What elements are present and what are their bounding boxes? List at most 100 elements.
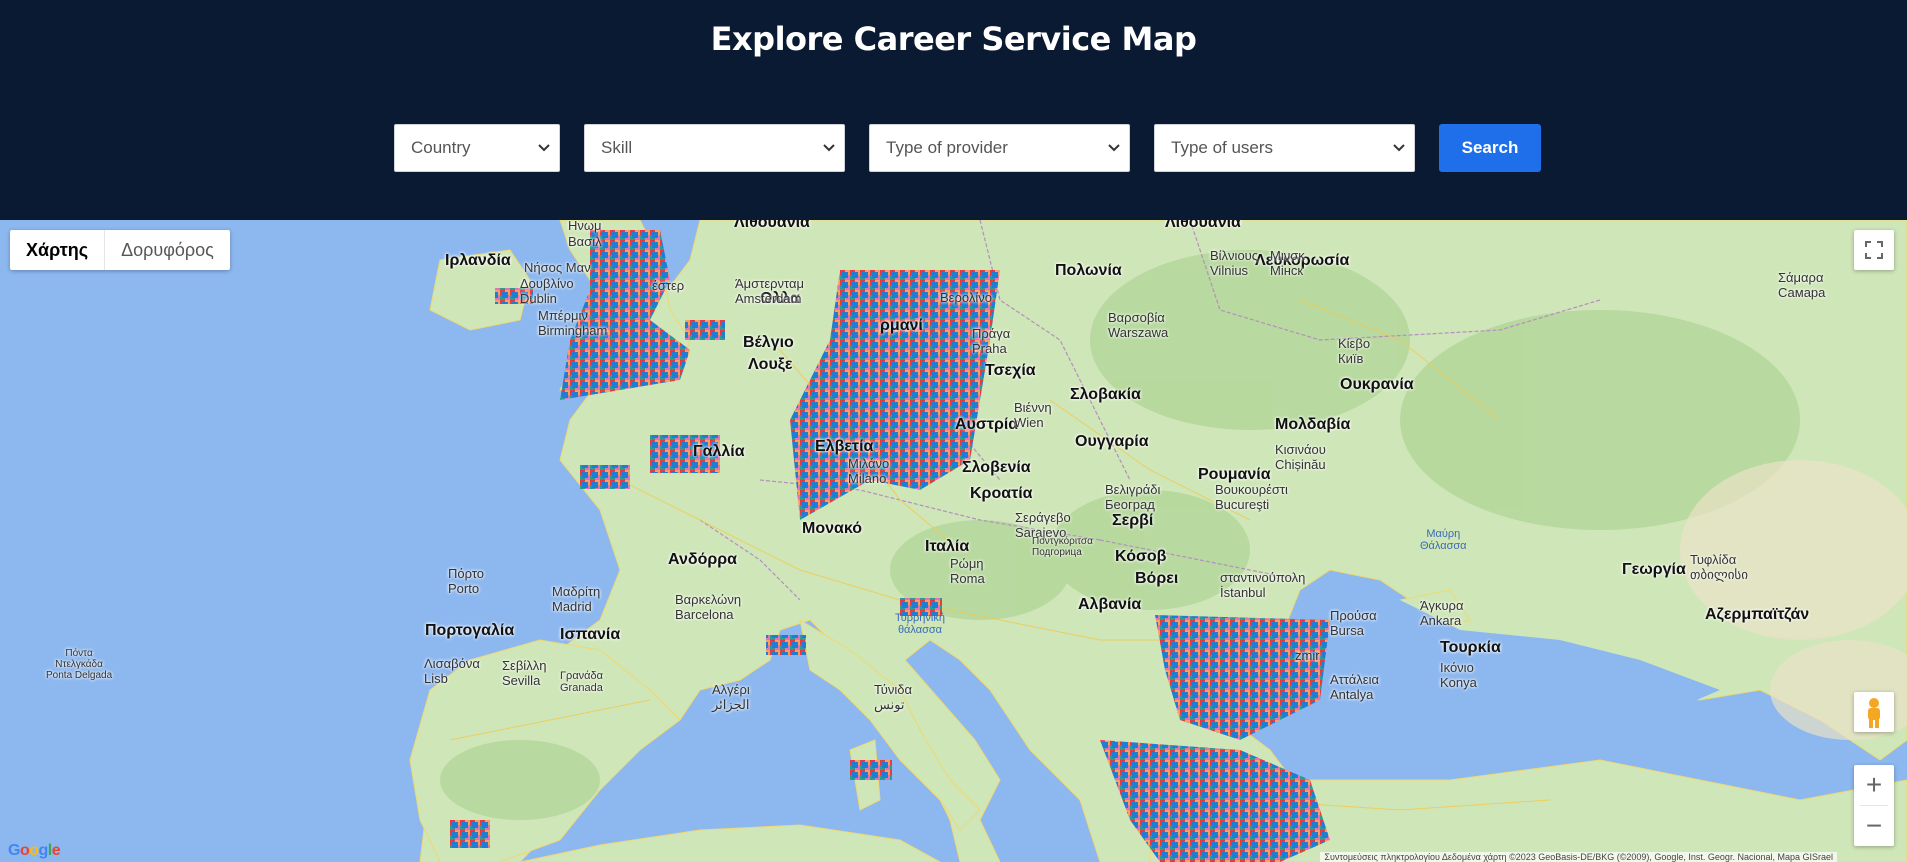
provider-type-select[interactable]: Type of provider — [869, 124, 1130, 172]
label-irlandia: Ιρλανδία — [445, 252, 511, 269]
label-vasil: Βασιλ — [568, 234, 602, 249]
label-kroatia: Κροατία — [970, 485, 1033, 502]
label-portogalia: Πορτογαλία — [425, 622, 515, 639]
label-antalya: Αττάλεια Antalya — [1330, 672, 1379, 702]
chevron-down-icon — [538, 144, 550, 152]
search-button[interactable]: Search — [1439, 124, 1541, 172]
map-type-toggle[interactable]: Χάρτης Δορυφόρος — [10, 230, 230, 270]
label-belgrad: Βελιγράδι Београд — [1105, 482, 1161, 512]
label-lithouania-2: Λιθουανία — [1165, 220, 1241, 231]
label-roma: Ρώμη Roma — [950, 556, 985, 586]
label-sevilla: Σεβίλλη Sevilla — [502, 658, 547, 688]
cluster-portugal[interactable] — [450, 820, 490, 848]
chevron-down-icon — [1108, 144, 1120, 152]
zoom-out-button[interactable]: − — [1854, 806, 1894, 846]
label-elvetia: Ελβετία — [815, 438, 874, 455]
label-wien: Βιέννη Wien — [1014, 400, 1052, 430]
zoom-in-button[interactable]: + — [1854, 765, 1894, 805]
label-chisinau: Κισινάου Chișinău — [1275, 442, 1326, 472]
label-bursa: Προύσα Bursa — [1330, 608, 1377, 638]
cluster-germany[interactable] — [790, 270, 1000, 520]
label-andorra: Ανδόρρα — [668, 551, 737, 568]
label-izmir: zmir — [1295, 648, 1320, 663]
zoom-control: + − — [1854, 765, 1894, 846]
label-tbilisi: Τυφλίδα თბილისი — [1690, 552, 1748, 582]
map-type-satellite-button[interactable]: Δορυφόρος — [104, 230, 230, 270]
label-georgia: Γεωργία — [1622, 561, 1686, 578]
label-azerbaitzan: Αζερμπαϊτζάν — [1705, 606, 1810, 623]
header: Explore Career Service Map Country Skill… — [0, 0, 1907, 220]
label-kosovo: Κόσοβ — [1115, 548, 1167, 565]
label-porto: Πόρτο Porto — [448, 566, 485, 596]
label-birmingham: Μπέρμιν Birmingham — [538, 308, 608, 338]
google-logo[interactable]: Google — [8, 842, 61, 860]
label-black-sea: Μαύρη Θάλασσα — [1420, 528, 1467, 552]
skill-select[interactable]: Skill — [584, 124, 845, 172]
label-austria: Αυστρία — [955, 416, 1019, 433]
label-lisboa: Λισαβόνα Lisb — [424, 656, 480, 686]
label-ispania: Ισπανία — [560, 626, 621, 643]
cluster-east-england[interactable] — [685, 320, 725, 340]
label-amsterdam: Άμστερνταμ Amsterdam — [735, 276, 804, 306]
chevron-down-icon — [1393, 144, 1405, 152]
label-minsk: Μινσκ Мінск — [1270, 248, 1305, 278]
label-germania: ρμανί — [880, 317, 923, 334]
map-canvas[interactable]: Λιθουανία Λιθουανία Ιρλανδία Πολωνία Λευ… — [0, 220, 1907, 862]
map-attribution[interactable]: Συντομεύσεις πληκτρολογίου Δεδομένα χάρτ… — [1320, 852, 1837, 862]
country-select-label: Country — [411, 138, 471, 157]
label-albania: Αλβανία — [1078, 596, 1142, 613]
label-louxemvourgo: Λουξε — [748, 356, 793, 373]
label-monako: Μονακό — [802, 520, 862, 537]
provider-type-label: Type of provider — [886, 138, 1008, 157]
label-konya: Ικόνιο Konya — [1440, 660, 1477, 690]
label-alger: Αλγέρι الجزائر — [712, 682, 750, 712]
label-bucuresti: Βουκουρέστι Bucureşti — [1215, 482, 1288, 512]
page-title: Explore Career Service Map — [710, 20, 1197, 58]
cluster-romania-bulgaria[interactable] — [1155, 615, 1330, 740]
cluster-sardinia[interactable] — [850, 760, 892, 780]
label-istanbul: σταντινούπολη İstanbul — [1220, 570, 1306, 600]
fullscreen-button[interactable] — [1854, 230, 1894, 270]
country-select[interactable]: Country — [394, 124, 560, 172]
label-warsaw: Βαρσοβία Warszawa — [1108, 310, 1169, 340]
label-praha: Πράγα Praha — [972, 326, 1011, 356]
label-oukrania: Ουκρανία — [1340, 376, 1414, 393]
label-barcelona: Βαρκελώνη Barcelona — [675, 592, 742, 622]
label-slovakia: Σλοβακία — [1070, 386, 1141, 403]
label-granada: Γρανάδα Granada — [560, 670, 604, 694]
label-velgio: Βέλγιο — [743, 334, 794, 351]
label-tyrrhenian: Τυρρηνική θάλασσα — [895, 612, 945, 636]
map-type-map-button[interactable]: Χάρτης — [10, 230, 104, 270]
skill-select-label: Skill — [601, 138, 633, 157]
label-kiev: Κίεβο Київ — [1338, 336, 1371, 366]
label-italia: Ιταλία — [925, 538, 970, 555]
street-view-pegman[interactable] — [1854, 692, 1894, 732]
label-samara: Σάμαρα Самара — [1778, 270, 1826, 300]
label-madrid: Μαδρίτη Madrid — [552, 584, 601, 614]
label-dublin: Δουβλίνο Dublin — [520, 276, 574, 306]
fullscreen-icon — [1865, 241, 1883, 259]
chevron-down-icon — [823, 144, 835, 152]
label-nisos-man: Νήσος Μαν — [524, 260, 591, 275]
label-oungaria: Ουγγαρία — [1075, 433, 1149, 450]
label-ester: έστερ — [652, 278, 685, 293]
label-ponta: Πόντα Ντελγκάδα Ponta Delgada — [46, 648, 113, 681]
label-polonia: Πολωνία — [1055, 262, 1122, 279]
label-tunis: Τύνιδα تونس — [874, 682, 913, 712]
label-berlin: Βερολίνο — [940, 290, 992, 305]
user-type-label: Type of users — [1171, 138, 1274, 157]
label-hnom: Ηνωμ — [568, 220, 602, 233]
label-moldavia: Μολδαβία — [1275, 416, 1351, 433]
pegman-icon — [1868, 698, 1880, 728]
label-slovenia: Σλοβενία — [962, 459, 1031, 476]
label-tourkia: Τουρκία — [1440, 639, 1501, 656]
label-lithouania: Λιθουανία — [734, 220, 810, 231]
cluster-monaco[interactable] — [766, 635, 806, 655]
label-gallia: Γαλλία — [693, 443, 745, 460]
label-servia: Σερβί — [1112, 512, 1154, 529]
cluster-brittany[interactable] — [580, 465, 630, 489]
label-podgorica: Ποντγκόριτσα Подгорица — [1032, 536, 1093, 558]
label-voreia: Βόρει — [1135, 570, 1179, 587]
cluster-greece[interactable] — [1100, 740, 1330, 862]
user-type-select[interactable]: Type of users — [1154, 124, 1415, 172]
